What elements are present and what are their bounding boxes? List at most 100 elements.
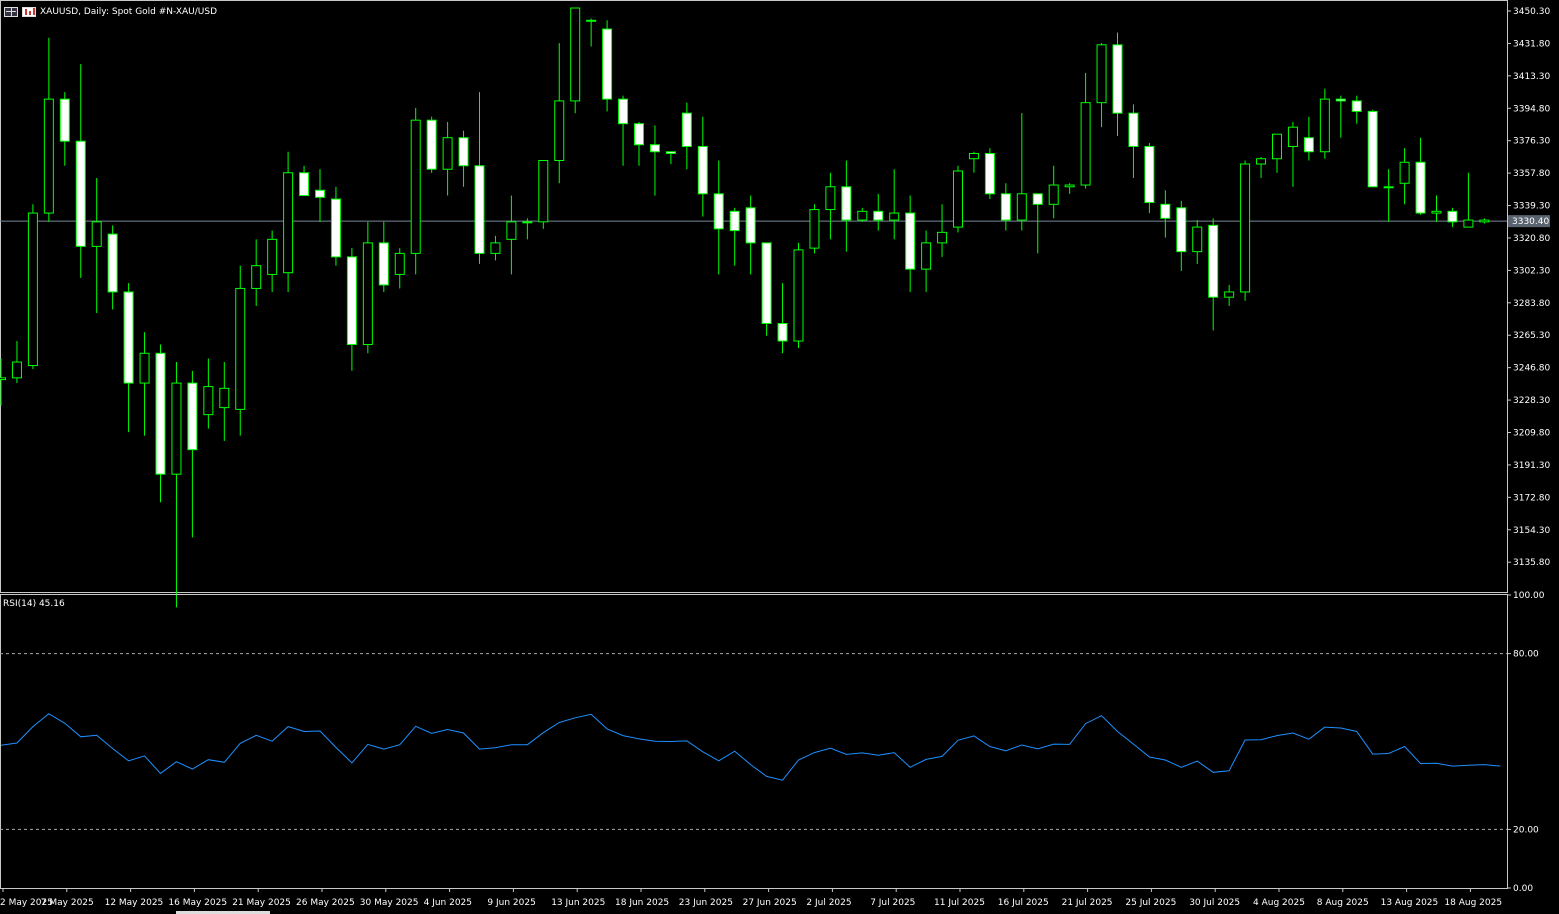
bull-candle: [1256, 158, 1267, 165]
price-tick-label: 3431.80: [1513, 39, 1550, 49]
bear-candle: [1000, 193, 1011, 221]
main-chart-frame: [0, 0, 1508, 593]
rsi-border: [0, 594, 1508, 889]
bear-candle: [729, 210, 740, 232]
bull-candle: [1224, 291, 1235, 298]
time-tick-label: 23 Jun 2025: [679, 898, 733, 908]
bull-candle: [235, 287, 246, 410]
bear-candle: [474, 165, 485, 254]
time-tick-label: 12 May 2025: [105, 898, 164, 908]
bull-candle: [1287, 126, 1298, 147]
time-tick-label: 18 Jun 2025: [615, 898, 669, 908]
bull-candle: [1048, 184, 1059, 205]
bull-candle: [27, 212, 38, 367]
bull-candle: [937, 231, 948, 244]
bear-candle: [1112, 44, 1123, 114]
bull-candle: [219, 387, 230, 409]
rsi-tick-label: 20.00: [1513, 825, 1539, 835]
bull-candle: [506, 221, 517, 240]
grid-icon[interactable]: [4, 7, 18, 17]
bear-candle: [618, 98, 629, 125]
bull-candle: [171, 382, 182, 475]
time-tick-label: 7 May 2025: [41, 898, 94, 908]
bear-candle: [777, 322, 788, 342]
bear-candle: [1160, 203, 1171, 219]
bull-candle: [251, 265, 262, 289]
bear-candle: [681, 112, 692, 147]
time-tick-label: 18 Aug 2025: [1444, 898, 1502, 908]
bear-candle: [59, 98, 70, 142]
time-tick-label: 9 Jun 2025: [487, 898, 535, 908]
bull-candle: [442, 137, 453, 170]
bars-icon[interactable]: [22, 7, 36, 17]
bear-candle: [1335, 98, 1346, 102]
rsi-tick-label: 80.00: [1513, 650, 1539, 660]
bull-candle: [1080, 102, 1091, 186]
bear-candle: [873, 210, 884, 221]
rsi-label: RSI(14) 45.16: [3, 599, 65, 609]
price-axis: 3450.30 3431.80 3413.30 3394.80 3376.30 3357.…: [1507, 7, 1550, 568]
bull-candle: [139, 352, 150, 384]
candlestick-chart: 3450.30 3431.80 3413.30 3394.80 3376.30 3357.…: [0, 0, 1550, 908]
price-tick-label: 3394.80: [1513, 104, 1550, 114]
price-tick-label: 3172.80: [1513, 493, 1550, 503]
bull-candle: [11, 361, 22, 379]
time-tick-label: 16 Jul 2025: [998, 898, 1049, 908]
time-tick-label: 26 May 2025: [296, 898, 355, 908]
bull-candle: [953, 170, 963, 228]
main-border: [0, 0, 1508, 593]
bull-candle: [538, 159, 549, 223]
time-tick-label: 7 Jul 2025: [870, 898, 915, 908]
price-tick-label: 3450.30: [1513, 7, 1550, 17]
bear-candle: [841, 186, 852, 221]
bull-candle: [0, 377, 6, 381]
bull-candle: [1479, 219, 1490, 223]
bear-candle: [697, 145, 708, 195]
bull-candle: [793, 249, 804, 342]
bull-candle: [43, 98, 54, 214]
bear-candle: [602, 28, 613, 100]
bull-candle: [1192, 226, 1203, 253]
bull-candle: [362, 242, 373, 346]
rsi-axis: 100.00 80.00 20.00 0.00: [1507, 591, 1545, 894]
bear-candle: [378, 242, 389, 286]
bear-candle: [649, 144, 660, 153]
bear-candle: [107, 233, 118, 293]
price-tick-label: 3376.30: [1513, 137, 1550, 147]
bull-candle: [1399, 161, 1410, 184]
bull-candle: [1383, 186, 1394, 189]
bear-candle: [330, 198, 341, 258]
bear-candle: [426, 119, 437, 170]
bull-candle: [1096, 44, 1107, 104]
bear-candle: [75, 140, 86, 247]
bear-candle: [299, 172, 310, 197]
bear-candle: [458, 137, 469, 167]
bear-candle: [665, 151, 676, 154]
bear-candle: [984, 152, 995, 195]
bear-candle: [1128, 112, 1139, 147]
bull-candle: [921, 242, 932, 270]
time-tick-label: 16 May 2025: [168, 898, 227, 908]
time-tick-label: 8 Aug 2025: [1317, 898, 1369, 908]
time-tick-label: 27 Jun 2025: [743, 898, 797, 908]
time-tick-label: 30 May 2025: [360, 898, 419, 908]
bull-candle: [1272, 133, 1282, 160]
rsi-tick-label: 100.00: [1513, 591, 1545, 601]
bull-candle: [410, 119, 421, 254]
bull-candle: [267, 238, 278, 275]
bear-candle: [1367, 110, 1378, 188]
bull-candle: [394, 252, 405, 275]
price-tick-label: 3228.30: [1513, 396, 1550, 406]
price-tick-label: 3357.80: [1513, 169, 1550, 179]
bear-candle: [761, 242, 772, 324]
bull-candle: [91, 221, 102, 247]
rsi-panel-frame: [0, 594, 1508, 889]
price-tick-label: 3209.80: [1513, 429, 1550, 439]
rsi-line: [0, 713, 1501, 781]
bear-candle: [745, 207, 756, 244]
bull-candle: [889, 212, 900, 221]
chart-header: XAUUSD, Daily: Spot Gold #N-XAU/USD: [4, 5, 217, 19]
price-tick-label: 3413.30: [1513, 72, 1550, 82]
bear-candle: [346, 256, 357, 346]
time-tick-label: 2 Jul 2025: [806, 898, 851, 908]
